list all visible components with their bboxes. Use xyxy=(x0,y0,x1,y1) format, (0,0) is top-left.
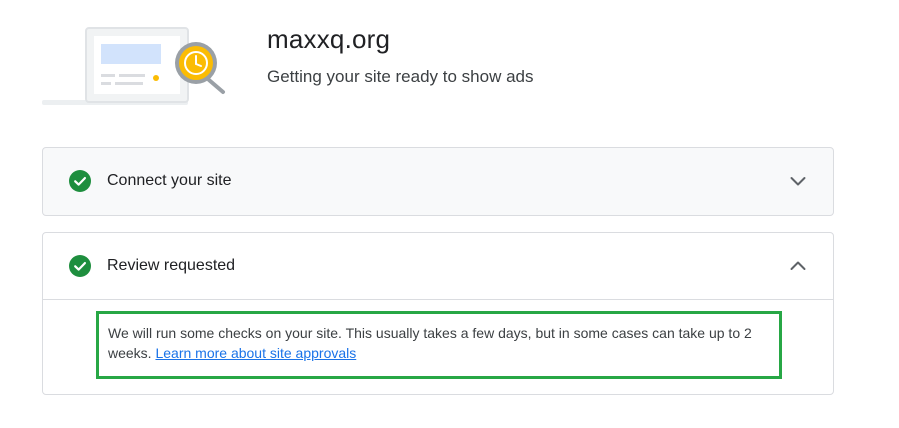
site-review-page: maxxq.org Getting your site ready to sho… xyxy=(0,0,899,428)
chevron-down-icon[interactable] xyxy=(789,172,807,190)
site-review-illustration xyxy=(42,27,225,105)
step-header-review-requested[interactable]: Review requested xyxy=(43,233,833,300)
learn-more-site-approvals-link[interactable]: Learn more about site approvals xyxy=(155,345,356,361)
chevron-up-icon[interactable] xyxy=(789,257,807,275)
step-card-connect-site: Connect your site xyxy=(42,147,834,216)
site-status-subtitle: Getting your site ready to show ads xyxy=(267,67,534,86)
step-header-connect-site[interactable]: Connect your site xyxy=(43,148,833,215)
review-info-message: We will run some checks on your site. Th… xyxy=(96,311,782,379)
step-title: Connect your site xyxy=(107,172,232,189)
site-name-title: maxxq.org xyxy=(267,24,391,54)
check-circle-icon xyxy=(69,255,91,277)
check-circle-icon xyxy=(69,170,91,192)
step-card-review-requested: Review requested We will run some checks… xyxy=(42,232,834,395)
step-title: Review requested xyxy=(107,257,236,274)
